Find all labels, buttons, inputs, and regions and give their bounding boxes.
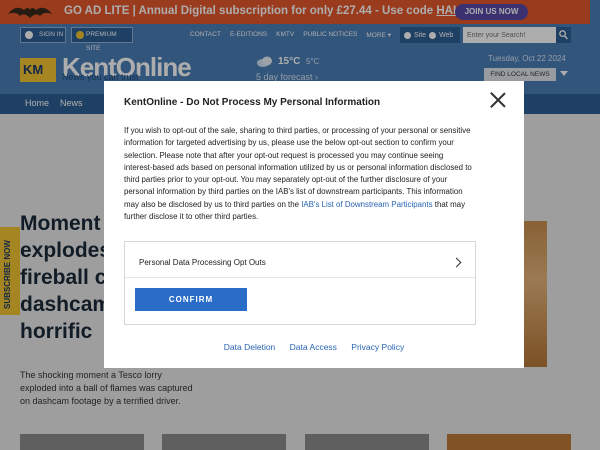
link-data-deletion[interactable]: Data Deletion <box>224 342 276 352</box>
modal-title: KentOnline - Do Not Process My Personal … <box>124 97 381 108</box>
link-privacy-policy[interactable]: Privacy Policy <box>351 342 404 352</box>
modal-body-text: If you wish to opt-out of the sale, shar… <box>124 126 472 209</box>
confirm-button[interactable]: CONFIRM <box>135 288 247 311</box>
privacy-modal: KentOnline - Do Not Process My Personal … <box>104 81 524 368</box>
modal-body: If you wish to opt-out of the sale, shar… <box>124 125 474 223</box>
close-icon[interactable] <box>490 92 506 108</box>
chevron-right-icon[interactable] <box>451 257 462 268</box>
modal-footer-links: Data Deletion Data Access Privacy Policy <box>104 342 524 352</box>
opt-out-label: Personal Data Processing Opt Outs <box>139 258 266 267</box>
opt-out-row[interactable]: Personal Data Processing Opt Outs <box>125 242 475 278</box>
iab-list-link[interactable]: IAB's List of Downstream Participants <box>301 200 432 209</box>
link-data-access[interactable]: Data Access <box>290 342 337 352</box>
opt-out-section: Personal Data Processing Opt Outs CONFIR… <box>124 241 476 325</box>
